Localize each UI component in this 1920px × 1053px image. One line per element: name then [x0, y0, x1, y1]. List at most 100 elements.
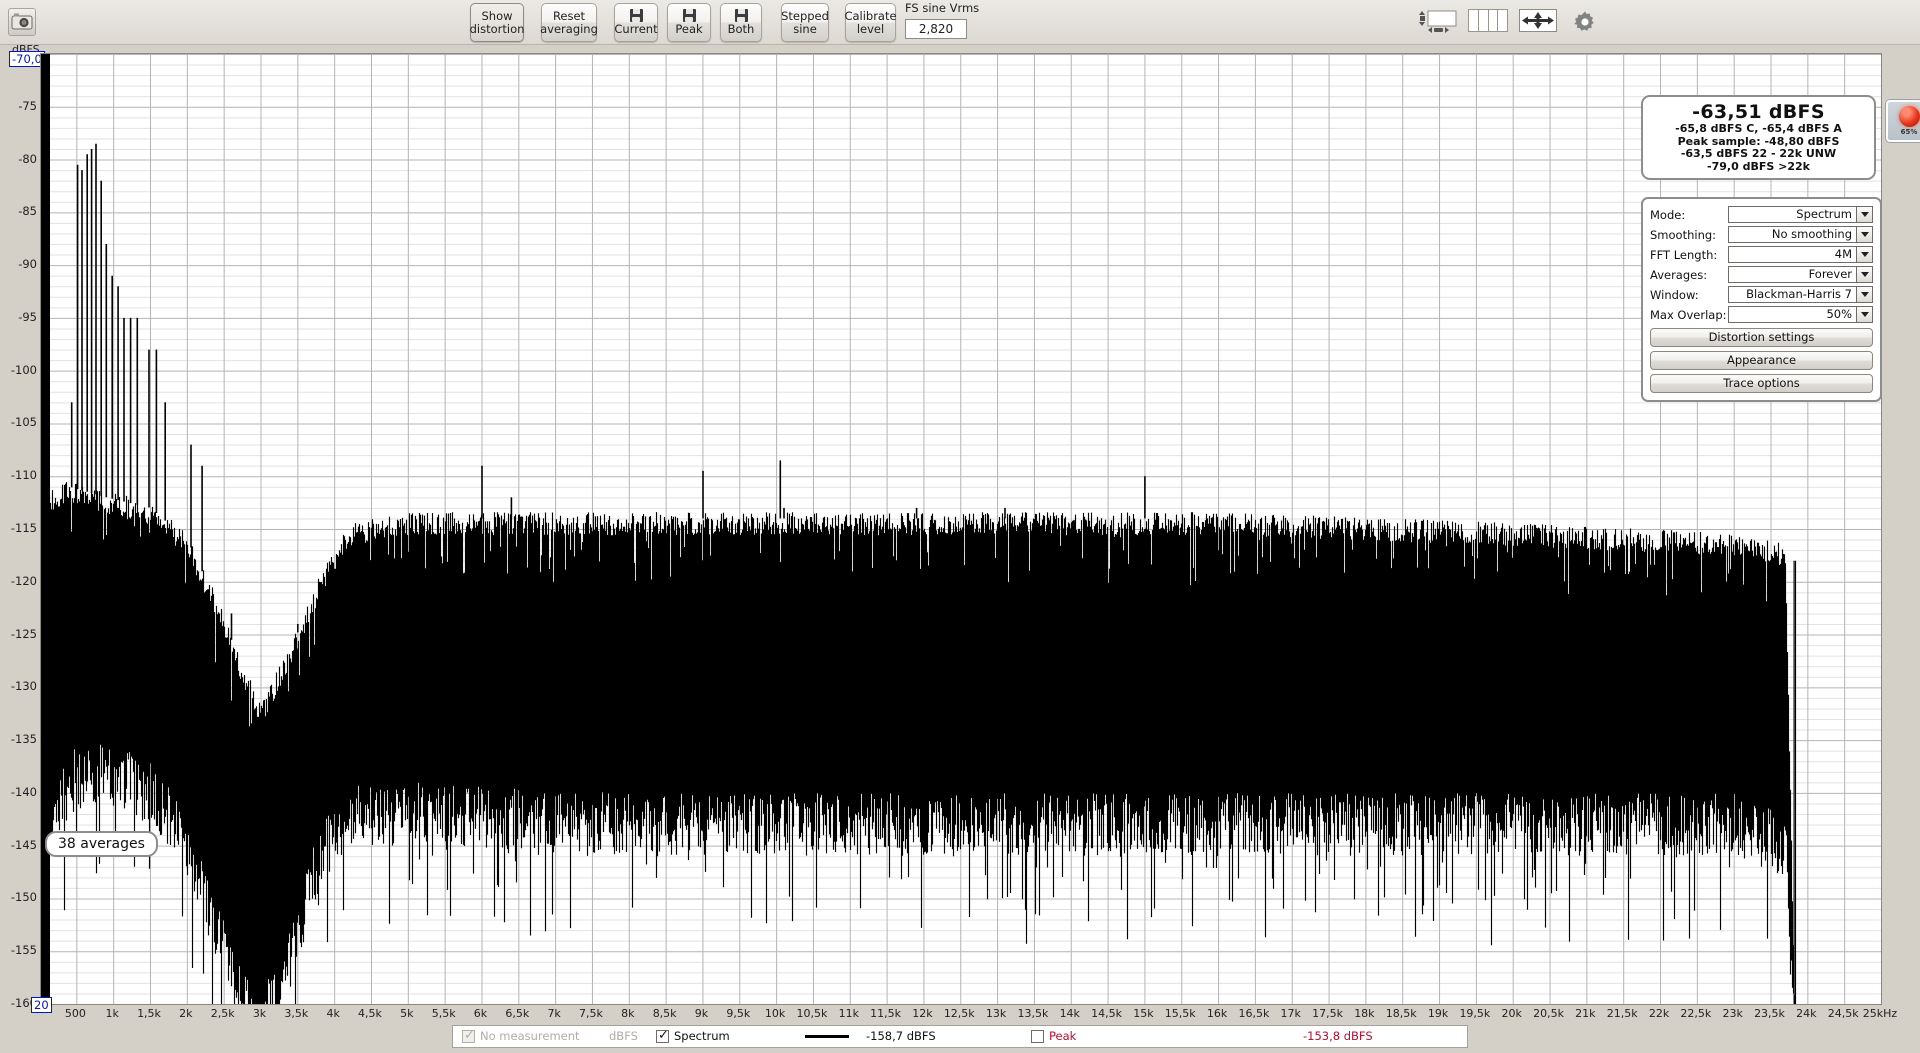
status-spectrum-trace: -158,7 dBFS [805, 1029, 936, 1043]
readout-line-4: -79,0 dBFS >22k [1707, 159, 1810, 173]
no-measurement-checkbox[interactable] [462, 1028, 475, 1043]
x-tick-label: 4,5k [358, 1007, 382, 1020]
x-tick-label: 18k [1354, 1007, 1375, 1020]
calibrate-level-label: level [856, 21, 885, 36]
distortion-settings-button[interactable]: Distortion settings [1650, 328, 1873, 347]
y-tick-label: -75 [18, 98, 37, 113]
averages-value: Forever [1728, 266, 1856, 283]
analyser-settings-panel: Mode: Spectrum Smoothing: No smoothing FFT L… [1641, 197, 1882, 402]
readout-main-value: -63,51 dBFS [1692, 101, 1825, 123]
x-tick-label: 2,5k [210, 1007, 235, 1020]
max-overlap-select[interactable]: 50% [1728, 306, 1873, 323]
trace-options-button[interactable]: Trace options [1650, 374, 1873, 393]
save-both-button[interactable]: Both [720, 3, 762, 42]
x-tick-label: 9,5k [726, 1007, 751, 1020]
chevron-down-icon[interactable] [1856, 226, 1873, 243]
status-peak[interactable]: Peak [1031, 1029, 1076, 1043]
input-level-led-group[interactable]: 65% [1886, 100, 1920, 142]
x-tick-label: 11,5k [870, 1007, 902, 1020]
status-bar: No measurement dBFS Spectrum -158,7 dBFS… [0, 1020, 1920, 1053]
chevron-down-icon[interactable] [1856, 306, 1873, 323]
stepped-sine-button[interactable]: Stepped sine [781, 3, 829, 42]
x-axis-start-value[interactable]: 20 [31, 997, 52, 1013]
save-peak-label: Peak [675, 22, 703, 36]
chevron-down-icon[interactable] [1856, 246, 1873, 263]
y-tick-label: -115 [10, 521, 37, 535]
calibrate-level-button[interactable]: Calibrate level [844, 3, 897, 42]
gear-icon[interactable] [1573, 10, 1597, 38]
reset-averaging-label: Reset [552, 8, 586, 23]
x-tick-label: 7k [547, 1007, 561, 1020]
status-spectrum[interactable]: Spectrum [656, 1028, 730, 1043]
show-distortion-label: distortion [469, 21, 525, 36]
y-tick-label: -110 [10, 468, 37, 483]
x-tick-label: 17k [1280, 1007, 1301, 1020]
x-tick-label: 24k [1796, 1007, 1817, 1020]
averages-label: Averages: [1650, 267, 1708, 282]
floppy-icon [734, 9, 748, 22]
x-tick-label: 25kHz [1862, 1007, 1898, 1020]
x-tick-label: 11k [838, 1007, 859, 1020]
x-tick-label: 15,5k [1164, 1007, 1196, 1020]
x-tick-label: 15k [1133, 1007, 1154, 1020]
x-tick-label: 13,5k [1017, 1007, 1049, 1020]
status-no-measurement[interactable]: No measurement [462, 1028, 580, 1043]
x-tick-label: 24,5k [1827, 1007, 1859, 1020]
y-tick-label: -150 [10, 890, 37, 905]
plot-area[interactable] [40, 53, 1882, 1005]
fs-sine-vrms-label: FS sine Vrms [905, 1, 980, 15]
setting-row-averages: Averages: Forever [1650, 265, 1873, 284]
averages-badge: 38 averages [45, 831, 158, 857]
spectrum-chart: dBFS -70,0 -75 -80 -85 -90 -95 -100 -105 -110 -1… [0, 43, 1920, 1020]
x-tick-label: 1,5k [137, 1007, 161, 1020]
x-tick-label: 19,5k [1459, 1007, 1491, 1020]
reset-averaging-button[interactable]: Reset averaging [540, 3, 598, 42]
setting-row-max-overlap: Max Overlap: 50% [1650, 305, 1873, 324]
level-readout-panel: -63,51 dBFS -65,8 dBFS C, -65,4 dBFS A P… [1641, 95, 1876, 180]
fft-length-select[interactable]: 4M [1728, 246, 1873, 263]
y-tick-label: -80 [18, 151, 37, 166]
spectrum-checkbox[interactable] [656, 1028, 669, 1043]
peak-label: Peak [1049, 1029, 1077, 1043]
scroll-box-icon[interactable] [1419, 9, 1459, 37]
spectrum-line-swatch-icon [805, 1034, 849, 1038]
setting-row-mode: Mode: Spectrum [1650, 205, 1873, 224]
mode-select[interactable]: Spectrum [1728, 206, 1873, 223]
fs-sine-vrms-group: FS sine Vrms 2,820 [905, 1, 979, 39]
y-tick-label: -130 [10, 679, 37, 694]
chevron-down-icon[interactable] [1856, 206, 1873, 223]
columns-icon[interactable] [1468, 9, 1508, 32]
peak-checkbox[interactable] [1031, 1029, 1044, 1043]
spectrum-value: -158,7 dBFS [866, 1029, 936, 1043]
x-tick-label: 5k [400, 1007, 414, 1020]
fft-length-value: 4M [1728, 246, 1856, 263]
appearance-button[interactable]: Appearance [1650, 351, 1873, 370]
window-select[interactable]: Blackman-Harris 7 [1728, 286, 1873, 303]
chevron-down-icon[interactable] [1856, 286, 1873, 303]
x-tick-label: 12,5k [943, 1007, 975, 1020]
save-peak-button[interactable]: Peak [667, 3, 711, 42]
readout-line-3: -63,5 dBFS 22 - 22k UNW [1680, 147, 1837, 160]
noise-floor-band [41, 482, 1797, 1004]
save-both-label: Both [727, 22, 755, 36]
camera-icon[interactable] [8, 8, 36, 36]
calibrate-level-label: Calibrate [844, 8, 897, 23]
max-overlap-value: 50% [1728, 306, 1856, 323]
x-tick-label: 3k [252, 1007, 267, 1020]
spectrum-label: Spectrum [674, 1029, 730, 1043]
x-tick-label: 10k [764, 1007, 786, 1020]
save-current-button[interactable]: Current [614, 3, 658, 42]
chevron-down-icon[interactable] [1856, 266, 1873, 283]
x-tick-label: 23,5k [1754, 1007, 1785, 1020]
fs-sine-vrms-input[interactable]: 2,820 [905, 19, 967, 39]
show-distortion-button[interactable]: Show distortion [470, 3, 524, 42]
x-tick-label: 1k [105, 1007, 119, 1020]
save-current-label: Current [614, 22, 658, 36]
smoothing-value: No smoothing [1728, 226, 1856, 243]
reset-averaging-label: averaging [540, 21, 598, 36]
pan-arrows-icon[interactable] [1519, 9, 1557, 36]
averages-select[interactable]: Forever [1728, 266, 1873, 283]
window-value: Blackman-Harris 7 [1728, 286, 1856, 303]
x-tick-label: 18,5k [1385, 1007, 1417, 1020]
smoothing-select[interactable]: No smoothing [1728, 226, 1873, 243]
